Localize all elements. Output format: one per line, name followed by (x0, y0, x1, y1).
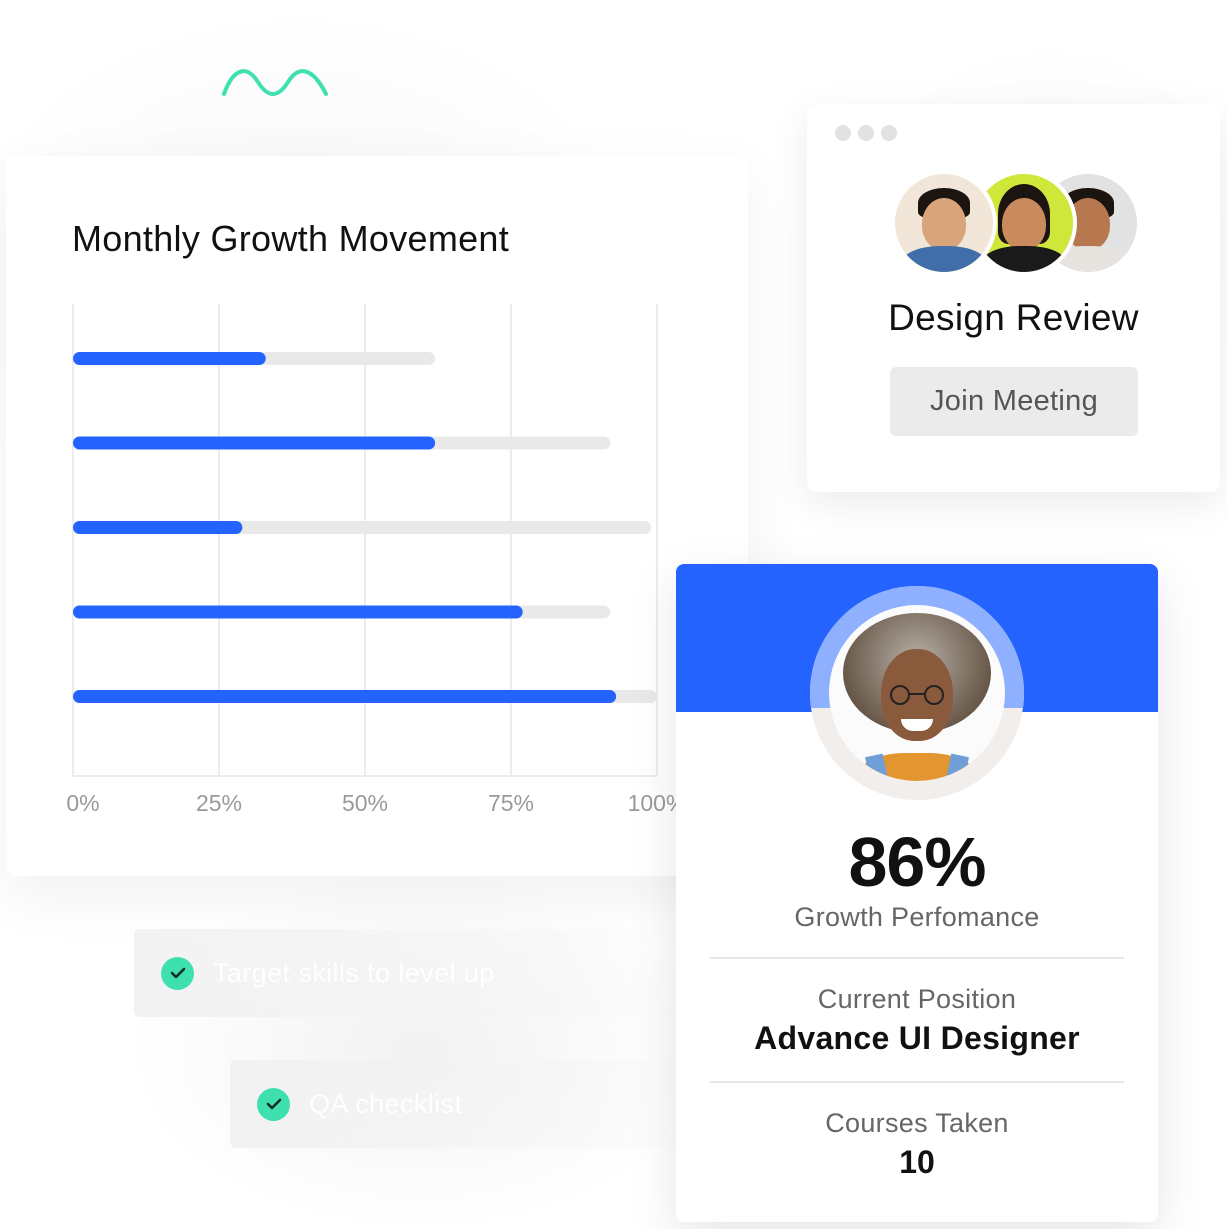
bar-value (73, 690, 617, 703)
check-icon (257, 1087, 290, 1121)
checklist-label: QA checklist (309, 1088, 463, 1119)
growth-bar-chart: 0% 25% 50% 75% 100% (66, 304, 686, 816)
window-dot (858, 125, 874, 141)
x-tick-label: 75% (488, 790, 534, 816)
meeting-card: Design Review Join Meeting (807, 104, 1220, 492)
growth-chart-card: Monthly Growth Movement 0% 25% 50% 75% 100% (6, 156, 748, 876)
profile-avatar (829, 605, 1005, 781)
courses-label: Courses Taken (825, 1108, 1009, 1138)
check-icon (161, 956, 194, 990)
x-tick-label: 25% (196, 790, 242, 816)
x-tick-label: 50% (342, 790, 388, 816)
position-value: Advance UI Designer (754, 1020, 1080, 1056)
performance-value: 86% (848, 823, 986, 901)
participant-avatars (891, 170, 1141, 276)
checklist-label: Target skills to level up (213, 957, 495, 988)
window-dot (835, 125, 851, 141)
meeting-title: Design Review (888, 297, 1139, 338)
window-dot (881, 125, 897, 141)
performance-label: Growth Perfomance (794, 902, 1040, 932)
squiggle-decoration (222, 69, 328, 96)
courses-value: 10 (899, 1144, 935, 1180)
divider (710, 1081, 1124, 1083)
bar-value (73, 436, 436, 450)
profile-card: 86% Growth Perfomance Current Position A… (676, 564, 1158, 1222)
checklist-item-qa[interactable]: QA checklist (230, 1060, 700, 1148)
divider (710, 957, 1124, 959)
avatar-participant-1 (891, 170, 997, 276)
bar-value (73, 521, 243, 534)
window-dots (835, 125, 897, 141)
x-tick-label: 0% (66, 790, 99, 816)
checklist-item-target-skills[interactable]: Target skills to level up (134, 929, 694, 1017)
position-label: Current Position (817, 984, 1017, 1014)
bar-value (73, 352, 266, 365)
join-meeting-button[interactable]: Join Meeting (890, 367, 1138, 436)
bar-value (73, 605, 523, 619)
